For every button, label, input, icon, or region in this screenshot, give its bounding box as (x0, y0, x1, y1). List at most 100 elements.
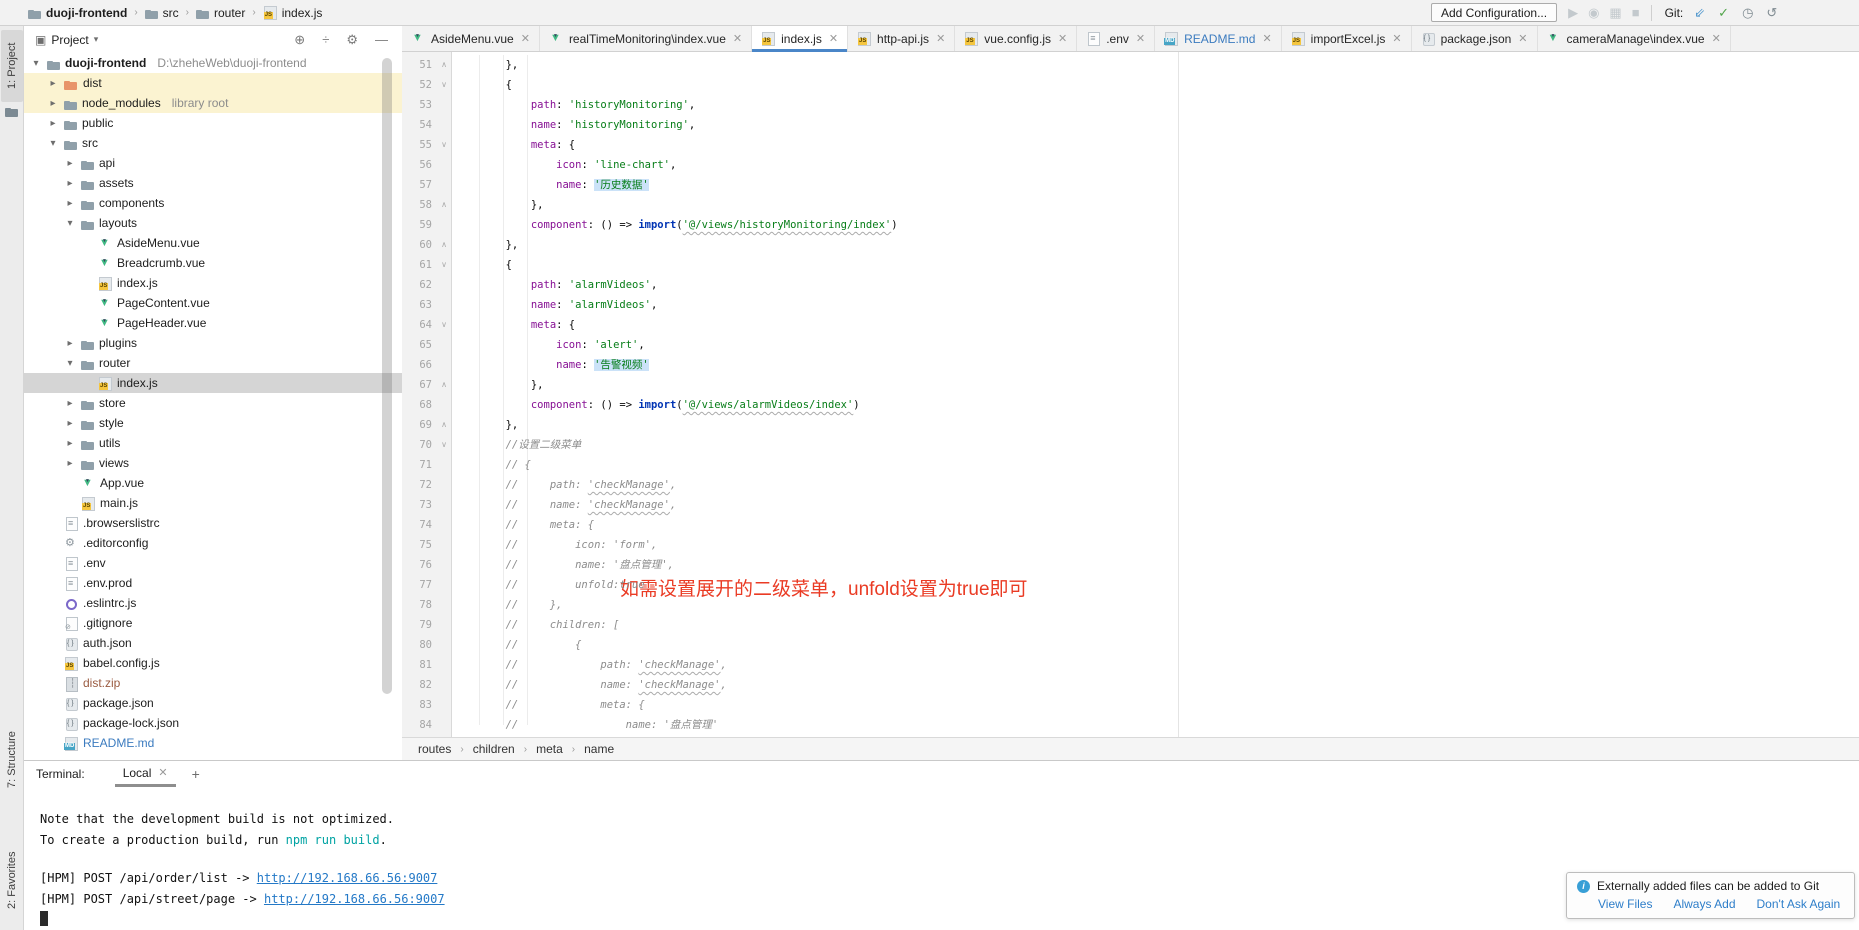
tree-item-.gitignore[interactable]: .gitignore (24, 613, 402, 633)
coverage-icon[interactable]: ▦ (1609, 6, 1621, 19)
hide-panel-icon[interactable]: — (375, 32, 388, 47)
tree-item-dist.zip[interactable]: dist.zip (24, 673, 402, 693)
tree-scrollbar[interactable] (382, 58, 392, 694)
terminal-link[interactable]: http://192.168.66.56:9007 (264, 892, 445, 906)
stripe-tab-structure[interactable]: 7: Structure (1, 720, 23, 800)
tree-item-.env.prod[interactable]: .env.prod (24, 573, 402, 593)
close-icon[interactable]: ✕ (158, 766, 167, 779)
close-icon[interactable]: ✕ (829, 32, 838, 45)
rollback-icon[interactable]: ↺ (1766, 6, 1777, 19)
fold-marker[interactable]: ∨ (438, 315, 450, 335)
breadcrumb-item[interactable]: index.js (263, 6, 323, 20)
editor-surface[interactable]: 如需设置展开的二级菜单，unfold设置为true即可 51∧ },52∨ {5… (402, 52, 1859, 737)
tree-item-node_modules[interactable]: ▸node_moduleslibrary root (24, 93, 402, 113)
fold-marker[interactable]: ∨ (438, 75, 450, 95)
fold-marker[interactable]: ∧ (438, 195, 450, 215)
close-icon[interactable]: ✕ (521, 32, 530, 45)
tree-item-views[interactable]: ▸views (24, 453, 402, 473)
close-icon[interactable]: ✕ (1262, 32, 1271, 45)
breadcrumb-item[interactable]: duoji-frontend (28, 6, 127, 20)
tree-item-style[interactable]: ▸style (24, 413, 402, 433)
tree-item-assets[interactable]: ▸assets (24, 173, 402, 193)
editor-tab-README.md[interactable]: README.md✕ (1155, 26, 1282, 51)
code-breadcrumb-routes[interactable]: routes (418, 742, 451, 756)
fold-marker[interactable]: ∧ (438, 235, 450, 255)
tree-item-layouts[interactable]: ▾layouts (24, 213, 402, 233)
code-breadcrumb-name[interactable]: name (584, 742, 614, 756)
tree-item-babel.config.js[interactable]: babel.config.js (24, 653, 402, 673)
gear-icon[interactable]: ⚙ (346, 32, 358, 48)
tree-item-main.js[interactable]: main.js (24, 493, 402, 513)
tree-item-.editorconfig[interactable]: .editorconfig (24, 533, 402, 553)
editor-tab-importExcel.js[interactable]: importExcel.js✕ (1282, 26, 1412, 51)
tree-item-dist[interactable]: ▸dist (24, 73, 402, 93)
fold-marker[interactable]: ∧ (438, 55, 450, 75)
editor-tab-realTimeMonitoring\index.vue[interactable]: realTimeMonitoring\index.vue✕ (540, 26, 752, 51)
notification-action-view-files[interactable]: View Files (1598, 897, 1652, 911)
tree-item-.env[interactable]: .env (24, 553, 402, 573)
filter-icon[interactable]: ÷ (322, 32, 329, 47)
tree-item-AsideMenu.vue[interactable]: AsideMenu.vue (24, 233, 402, 253)
fold-marker[interactable]: ∧ (438, 415, 450, 435)
project-view-title[interactable]: Project (51, 33, 88, 47)
run-icon[interactable]: ▶ (1568, 6, 1578, 19)
history-icon[interactable]: ◷ (1742, 6, 1753, 19)
editor-tab-AsideMenu.vue[interactable]: AsideMenu.vue✕ (402, 26, 540, 51)
add-configuration-button[interactable]: Add Configuration... (1431, 3, 1557, 22)
editor-tab-cameraManage\index.vue[interactable]: cameraManage\index.vue✕ (1538, 26, 1731, 51)
tree-item-auth.json[interactable]: auth.json (24, 633, 402, 653)
stripe-tab-project[interactable]: 1: Project (1, 30, 23, 102)
tree-item-App.vue[interactable]: App.vue (24, 473, 402, 493)
editor-tab-.env[interactable]: .env✕ (1077, 26, 1155, 51)
fold-marker[interactable]: ∨ (438, 135, 450, 155)
new-terminal-button[interactable]: + (192, 766, 200, 782)
breadcrumb-item[interactable]: router (196, 6, 245, 20)
stop-icon[interactable]: ■ (1632, 6, 1640, 19)
close-icon[interactable]: ✕ (1136, 32, 1145, 45)
debug-icon[interactable]: ◉ (1588, 6, 1599, 19)
tree-item-components[interactable]: ▸components (24, 193, 402, 213)
notification-action-don-t-ask-again[interactable]: Don't Ask Again (1757, 897, 1841, 911)
tree-item-package-lock.json[interactable]: package-lock.json (24, 713, 402, 733)
tree-item-utils[interactable]: ▸utils (24, 433, 402, 453)
tree-item-duoji-frontend[interactable]: ▾duoji-frontendD:\zheheWeb\duoji-fronten… (24, 53, 402, 73)
tree-item-.eslintrc.js[interactable]: .eslintrc.js (24, 593, 402, 613)
editor-tab-index.js[interactable]: index.js✕ (752, 26, 848, 51)
terminal-tab-local[interactable]: Local ✕ (115, 761, 176, 787)
tree-item-router[interactable]: ▾router (24, 353, 402, 373)
close-icon[interactable]: ✕ (1392, 32, 1401, 45)
fold-marker[interactable]: ∨ (438, 435, 450, 455)
tree-item-public[interactable]: ▸public (24, 113, 402, 133)
editor-tab-package.json[interactable]: package.json✕ (1412, 26, 1538, 51)
stripe-tab-favorites[interactable]: 2: Favorites (1, 842, 23, 918)
terminal-link[interactable]: http://192.168.66.56:9007 (257, 871, 438, 885)
fold-marker[interactable]: ∧ (438, 375, 450, 395)
terminal-cursor[interactable] (40, 911, 48, 926)
code-breadcrumb-meta[interactable]: meta (536, 742, 563, 756)
editor-tab-http-api.js[interactable]: http-api.js✕ (848, 26, 955, 51)
locate-file-icon[interactable]: ⊕ (294, 32, 305, 48)
tree-item-README.md[interactable]: README.md (24, 733, 402, 753)
close-icon[interactable]: ✕ (936, 32, 945, 45)
breadcrumb-item[interactable]: src (145, 6, 179, 20)
tree-item-index.js[interactable]: index.js (24, 373, 402, 393)
tree-item-PageContent.vue[interactable]: PageContent.vue (24, 293, 402, 313)
close-icon[interactable]: ✕ (1712, 32, 1721, 45)
tree-item-store[interactable]: ▸store (24, 393, 402, 413)
tree-item-src[interactable]: ▾src (24, 133, 402, 153)
tree-item-index.js[interactable]: index.js (24, 273, 402, 293)
tree-item-Breadcrumb.vue[interactable]: Breadcrumb.vue (24, 253, 402, 273)
tree-item-api[interactable]: ▸api (24, 153, 402, 173)
tree-item-plugins[interactable]: ▸plugins (24, 333, 402, 353)
code-breadcrumb-children[interactable]: children (473, 742, 515, 756)
tree-item-PageHeader.vue[interactable]: PageHeader.vue (24, 313, 402, 333)
update-project-icon[interactable]: ⇙ (1694, 6, 1705, 19)
fold-marker[interactable]: ∨ (438, 255, 450, 275)
tree-item-package.json[interactable]: package.json (24, 693, 402, 713)
close-icon[interactable]: ✕ (733, 32, 742, 45)
close-icon[interactable]: ✕ (1518, 32, 1527, 45)
close-icon[interactable]: ✕ (1058, 32, 1067, 45)
commit-icon[interactable]: ✓ (1718, 6, 1729, 19)
notification-action-always-add[interactable]: Always Add (1673, 897, 1735, 911)
editor-tab-vue.config.js[interactable]: vue.config.js✕ (955, 26, 1077, 51)
